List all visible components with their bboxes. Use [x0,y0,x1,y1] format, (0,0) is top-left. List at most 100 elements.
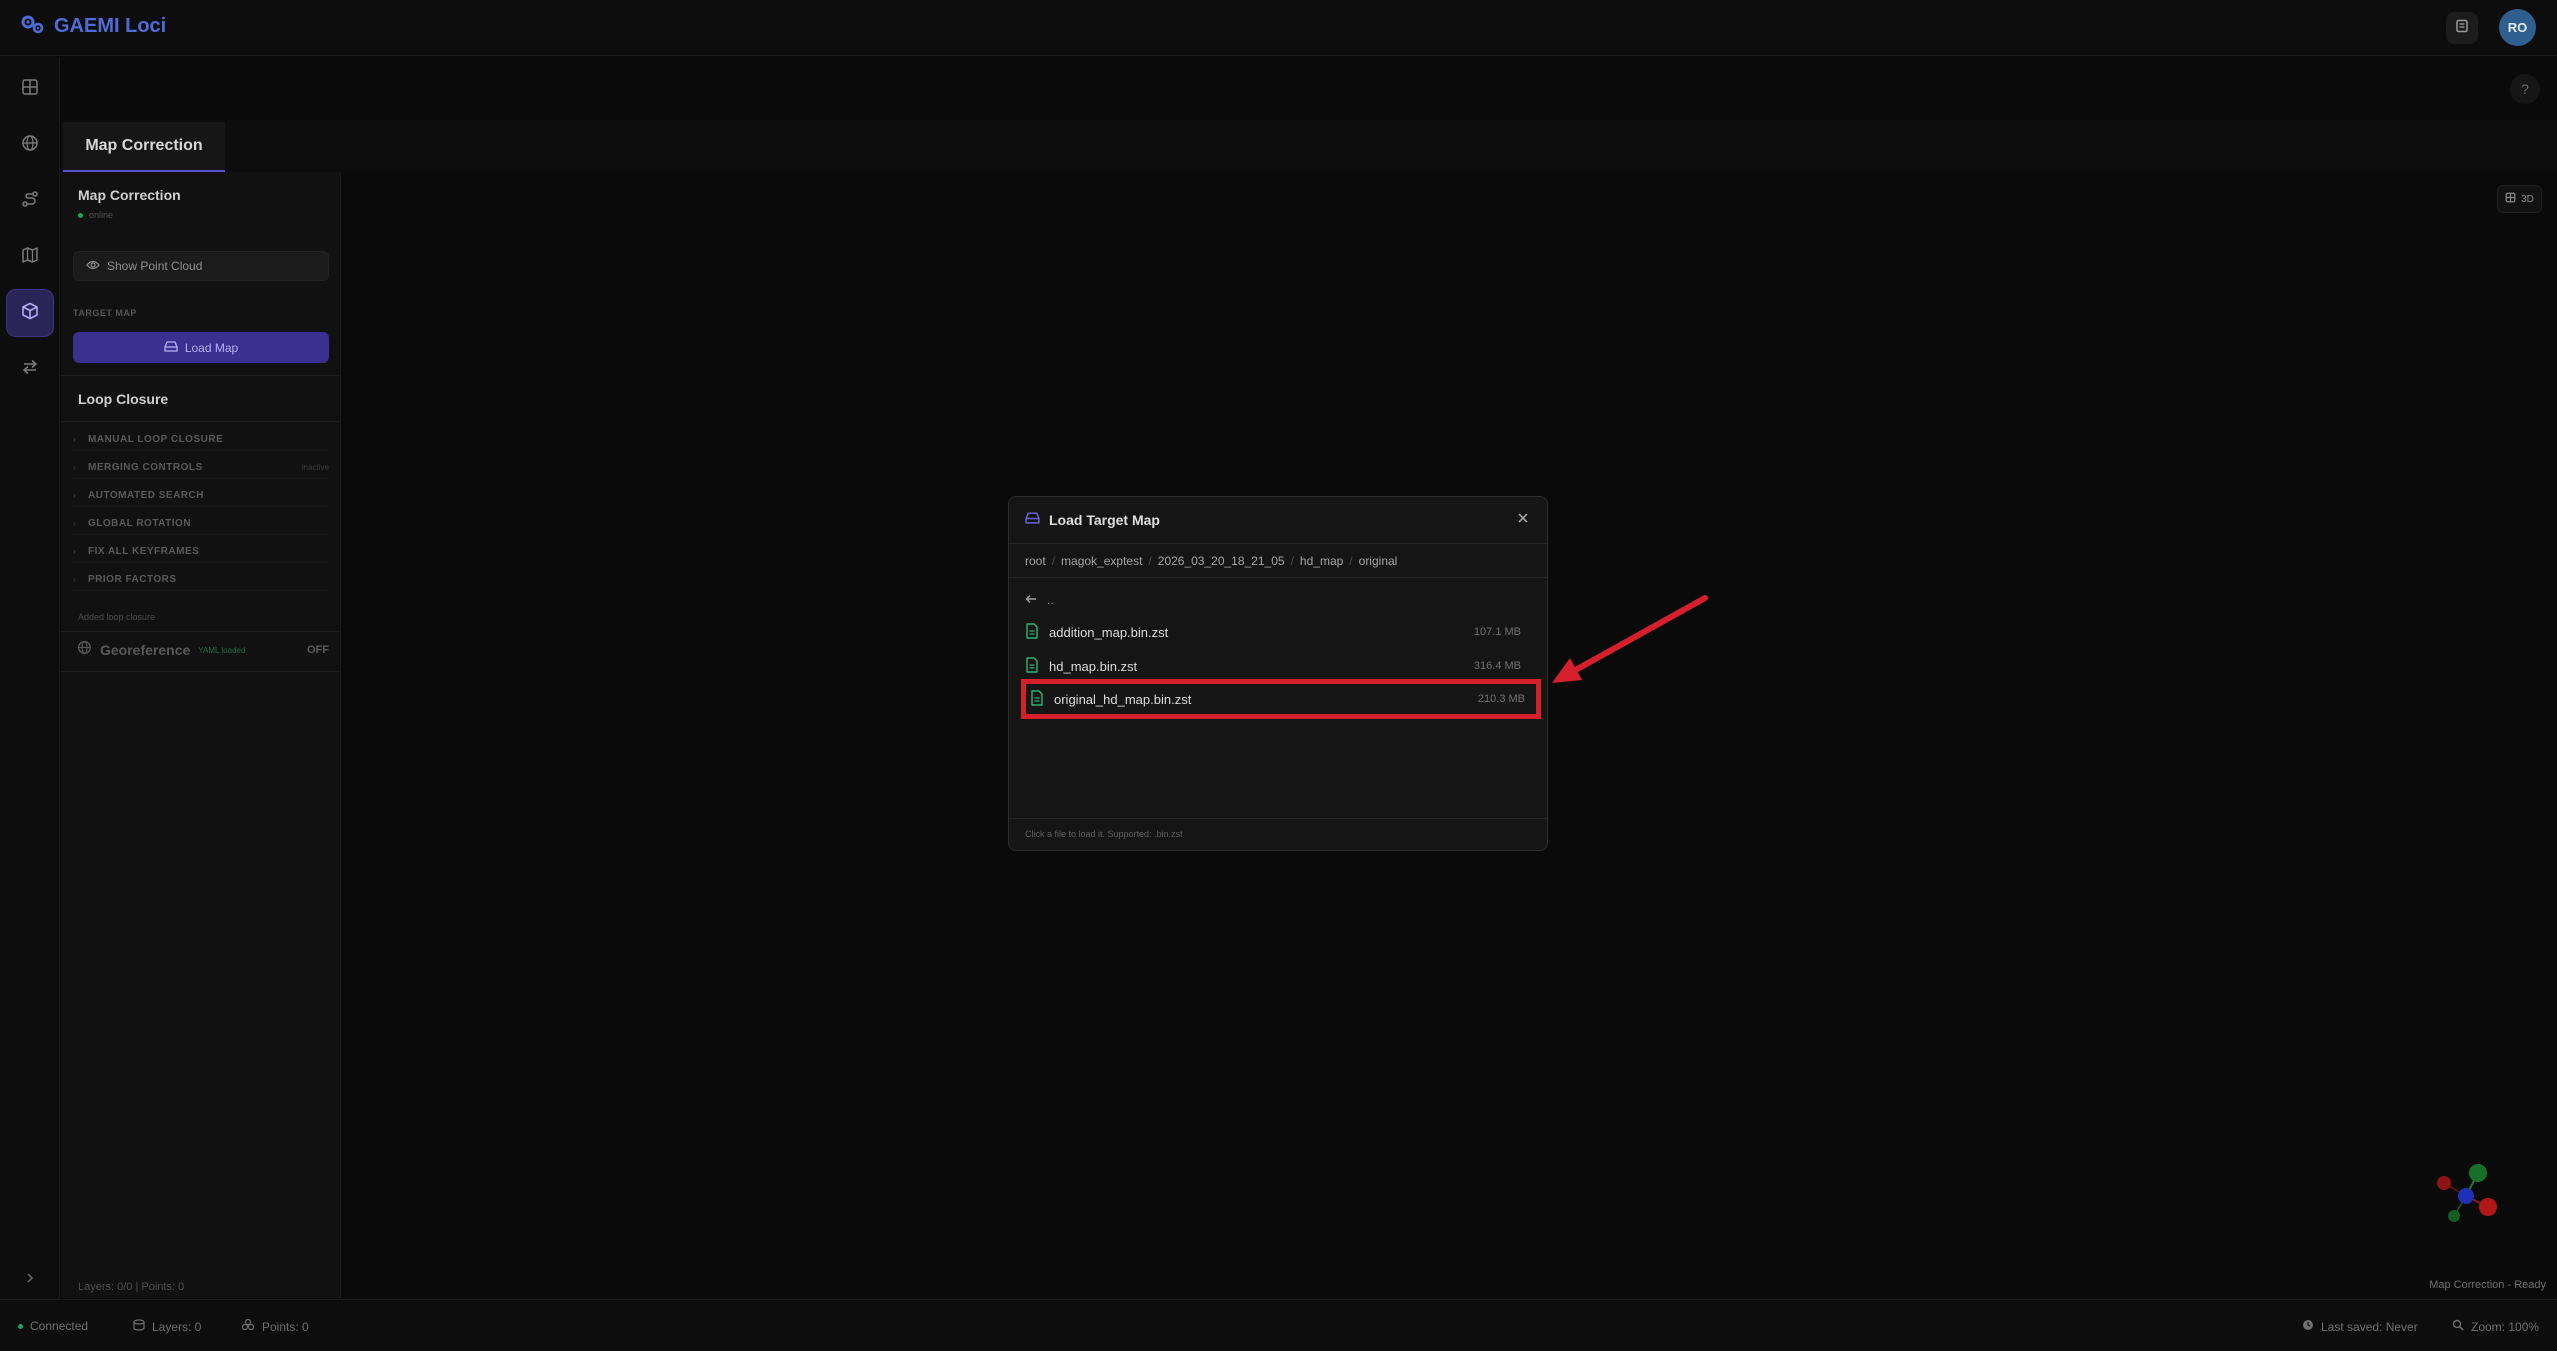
breadcrumb-item[interactable]: original [1359,554,1398,568]
loop-closure-hint: Added loop closure [78,612,156,622]
dialog-title: Load Target Map [1049,512,1160,528]
breadcrumb-separator: / [1349,553,1353,568]
accordion-label: PRIOR FACTORS [88,574,177,585]
docs-button[interactable] [2446,12,2478,44]
globe-icon [21,134,39,157]
help-button[interactable]: ? [2510,74,2540,104]
close-icon [1517,511,1529,529]
brand[interactable]: GAEMI Loci [20,13,166,40]
axis-neg-x-handle [2437,1176,2451,1190]
arrow-left-icon [1025,593,1037,607]
points-text: Points: 0 [262,1319,309,1334]
chevron-right-icon: › [73,435,76,444]
panel-divider [61,421,341,422]
file-row-addition-map[interactable]: addition_map.bin.zst 107.1 MB [1025,615,1537,649]
connection-indicator: Connected [18,1319,88,1333]
accordion-badge: inactive [301,463,329,472]
axis-z-handle [2458,1188,2474,1204]
cube-icon [21,302,39,325]
connection-status: online [78,210,113,220]
chevron-right-icon: › [73,491,76,500]
connection-text: Connected [30,1319,89,1333]
axis-neg-y-handle [2448,1210,2460,1222]
layers-count: Layers: 0 [133,1319,201,1334]
expand-nav-button[interactable] [16,1266,44,1294]
accordion-prior-factors[interactable]: › PRIOR FACTORS [73,569,329,591]
layers-icon [133,1319,145,1334]
last-saved: Last saved: Never [2302,1319,2418,1334]
parent-directory-row[interactable]: .. [1025,593,1054,607]
file-icon [1025,656,1039,676]
breadcrumb-item[interactable]: magok_exptest [1061,554,1142,568]
close-button[interactable] [1513,510,1533,530]
show-point-cloud-label: Show Point Cloud [107,259,203,273]
breadcrumb-item[interactable]: 2026_03_20_18_21_05 [1158,554,1285,568]
tab-bar: Map Correction [61,120,2557,172]
layers-text: Layers: 0 [152,1319,202,1334]
panel-divider [61,671,341,672]
dialog-footer-hint: Click a file to load it. Supported: .bin… [1025,829,1183,839]
user-avatar[interactable]: RO [2499,9,2536,46]
accordion-merging-controls[interactable]: › MERGING CONTROLS inactive [73,457,329,479]
axis-x-handle [2479,1198,2497,1216]
nav-item-map-correction[interactable] [6,289,54,337]
grid-icon [21,78,39,101]
tab-map-correction[interactable]: Map Correction [63,122,225,172]
load-map-button[interactable]: Load Map [73,332,329,363]
accordion-fix-all-keyframes[interactable]: › FIX ALL KEYFRAMES [73,541,329,563]
breadcrumb: root / magok_exptest / 2026_03_20_18_21_… [1025,544,1535,577]
view-mode-toggle[interactable]: 3D [2497,185,2542,213]
globe-icon [77,640,92,660]
drive-icon [164,340,178,355]
status-bar: Connected Layers: 0 Points: 0 Last saved… [0,1299,2557,1351]
chevron-right-icon: › [73,463,76,472]
axis-y-handle [2469,1164,2487,1182]
app-name: GAEMI Loci [54,15,167,37]
axes-gizmo[interactable] [2416,1136,2516,1236]
view-mode-label: 3D [2521,193,2534,205]
drive-icon [1025,511,1040,529]
breadcrumb-item[interactable]: hd_map [1300,554,1343,568]
file-row-original-hd-map[interactable]: original_hd_map.bin.zst 210.3 MB [1021,679,1541,719]
panel-divider [61,631,341,632]
dialog-divider [1009,577,1547,578]
georeference-row[interactable]: Georeference YAML loaded OFF [77,639,329,661]
nav-item-map[interactable] [6,233,54,281]
load-map-label: Load Map [184,340,239,355]
grid-icon [2505,192,2516,206]
nav-item-route[interactable] [6,177,54,225]
nav-item-transfer[interactable] [6,345,54,393]
accordion-label: AUTOMATED SEARCH [88,490,204,501]
accordion-label: FIX ALL KEYFRAMES [88,546,200,557]
clock-icon [2302,1319,2314,1334]
swap-icon [21,358,39,381]
chevron-right-icon: › [73,575,76,584]
annotation-arrow [1552,595,1708,683]
points-count: Points: 0 [241,1318,309,1334]
panel-divider [61,375,341,376]
accordion-automated-search[interactable]: › AUTOMATED SEARCH [73,485,329,507]
gears-icon [20,13,46,40]
file-size: 316.4 MB [1473,660,1521,672]
parent-directory-label: .. [1047,593,1054,607]
show-point-cloud-button[interactable]: Show Point Cloud [73,251,329,281]
georeference-toggle[interactable]: OFF [307,644,329,656]
nav-item-globe[interactable] [6,121,54,169]
chevron-right-icon: › [73,519,76,528]
accordion-manual-loop-closure[interactable]: › MANUAL LOOP CLOSURE [73,429,329,451]
file-size: 107.1 MB [1473,626,1521,638]
georeference-title: Georeference [100,642,191,658]
app-header: GAEMI Loci RO [0,0,2557,56]
accordion-label: GLOBAL ROTATION [88,518,192,529]
breadcrumb-separator: / [1051,553,1056,568]
nav-rail [0,57,60,1299]
accordion-label: MERGING CONTROLS [88,462,203,473]
zoom-text: Zoom: 100% [2471,1319,2540,1334]
nav-item-dashboard[interactable] [6,65,54,113]
last-saved-text: Last saved: Never [2321,1319,2418,1334]
file-row-hd-map[interactable]: hd_map.bin.zst 316.4 MB [1025,649,1537,683]
accordion-global-rotation[interactable]: › GLOBAL ROTATION [73,513,329,535]
zoom-level: Zoom: 100% [2452,1319,2539,1334]
breadcrumb-item[interactable]: root [1025,554,1046,568]
georeference-badge: YAML loaded [198,645,246,655]
